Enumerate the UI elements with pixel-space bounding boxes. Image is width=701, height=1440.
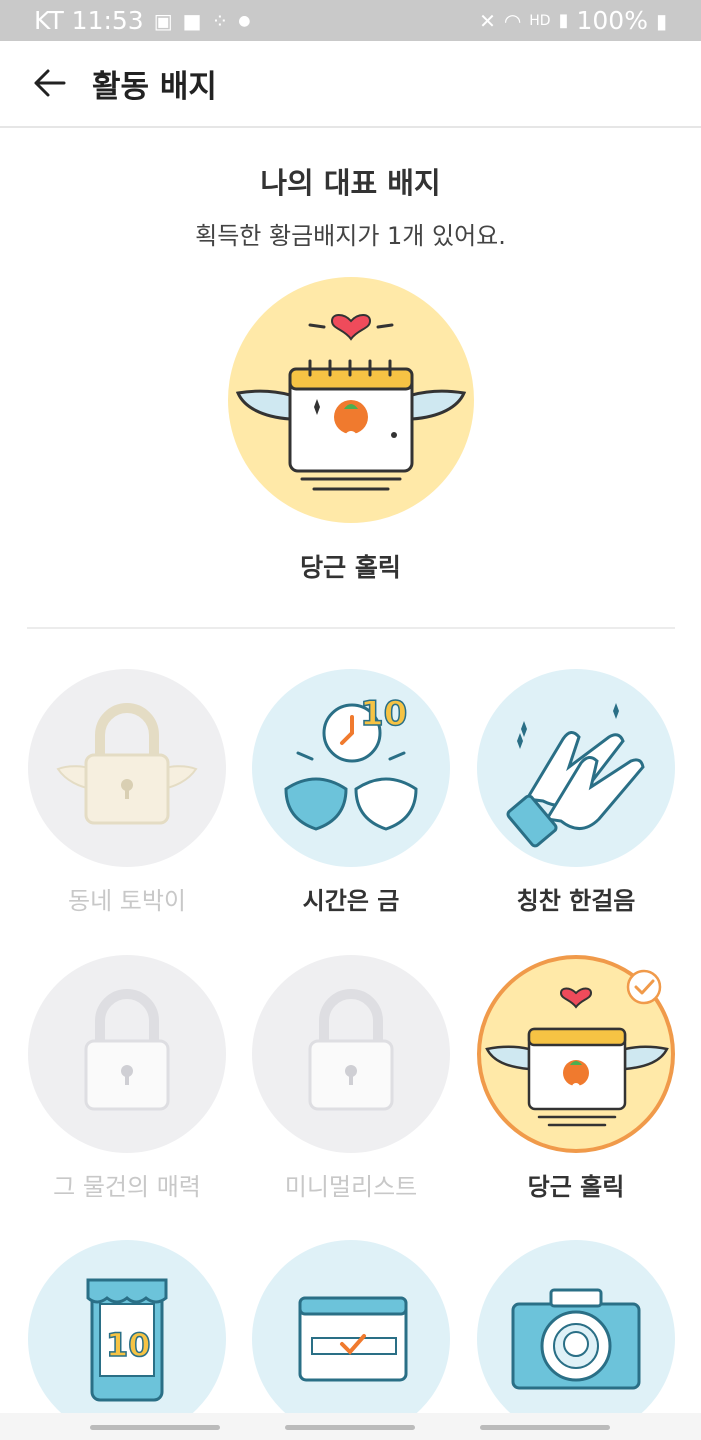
chat-icon: ■ xyxy=(182,8,202,33)
lock-with-wings-icon xyxy=(28,669,226,867)
nav-recent-button[interactable] xyxy=(90,1425,220,1430)
badge-item[interactable] xyxy=(476,1240,676,1438)
signal-icon: ▮ xyxy=(558,10,569,31)
status-bar: KT 11:53 ▣ ■ ⁘ ● ✕ ◠ HD ▮ 100% ▮ xyxy=(0,0,701,41)
featured-subtitle: 획득한 황금배지가 1개 있어요. xyxy=(195,222,506,250)
badge-item[interactable]: 동네 토박이 xyxy=(27,669,227,916)
badge-label: 칭찬 한걸음 xyxy=(516,887,636,915)
mute-icon: ✕ xyxy=(479,8,496,33)
featured-badge-name: 당근 홀릭 xyxy=(300,553,401,582)
badge-label: 미니멀리스트 xyxy=(284,1173,418,1201)
wifi-icon: ◠ xyxy=(503,8,522,33)
phone-store-icon: 10 xyxy=(28,1240,226,1438)
page-title: 활동 배지 xyxy=(92,69,217,105)
badge-label: 당근 홀릭 xyxy=(527,1173,625,1201)
featured-heading: 나의 대표 배지 xyxy=(260,166,441,200)
arrow-left-icon[interactable] xyxy=(30,63,70,103)
clapping-hands-icon xyxy=(477,669,675,867)
image-icon: ▣ xyxy=(153,8,173,33)
badge-item[interactable]: 그 물건의 매력 xyxy=(27,955,227,1202)
battery-text: 100% xyxy=(576,6,648,35)
dot-icon: ● xyxy=(238,12,251,29)
nav-home-button[interactable] xyxy=(285,1425,415,1430)
lock-icon xyxy=(28,955,226,1153)
featured-badge-carrot-calendar-icon[interactable] xyxy=(228,277,474,523)
badge-item[interactable] xyxy=(251,1240,451,1438)
badge-item[interactable]: 미니멀리스트 xyxy=(251,955,451,1202)
badge-item-selected[interactable]: 당근 홀릭 xyxy=(476,955,676,1202)
divider xyxy=(27,627,675,629)
nav-back-button[interactable] xyxy=(480,1425,610,1430)
badge-label: 그 물건의 매력 xyxy=(53,1173,201,1201)
svg-text:10: 10 xyxy=(106,1326,151,1364)
check-circle-icon xyxy=(626,969,662,1005)
hd-icon: HD xyxy=(529,12,551,29)
lock-icon xyxy=(252,955,450,1153)
camera-icon xyxy=(477,1240,675,1438)
svg-text:10: 10 xyxy=(360,694,407,734)
carrier-time: KT 11:53 xyxy=(34,6,144,35)
badge-label: 시간은 금 xyxy=(302,887,400,915)
badge-item[interactable]: 10 시간은 금 xyxy=(251,669,451,916)
badge-label: 동네 토박이 xyxy=(67,887,187,915)
badge-item[interactable]: 칭찬 한걸음 xyxy=(476,669,676,916)
dots-icon: ⁘ xyxy=(211,8,229,33)
app-bar: 활동 배지 xyxy=(0,41,701,128)
badge-item[interactable]: 10 xyxy=(27,1240,227,1438)
system-nav-bar xyxy=(0,1413,701,1440)
battery-icon: ▮ xyxy=(655,8,667,33)
pinky-promise-clock-icon: 10 xyxy=(252,669,450,867)
calendar-check-icon xyxy=(252,1240,450,1438)
